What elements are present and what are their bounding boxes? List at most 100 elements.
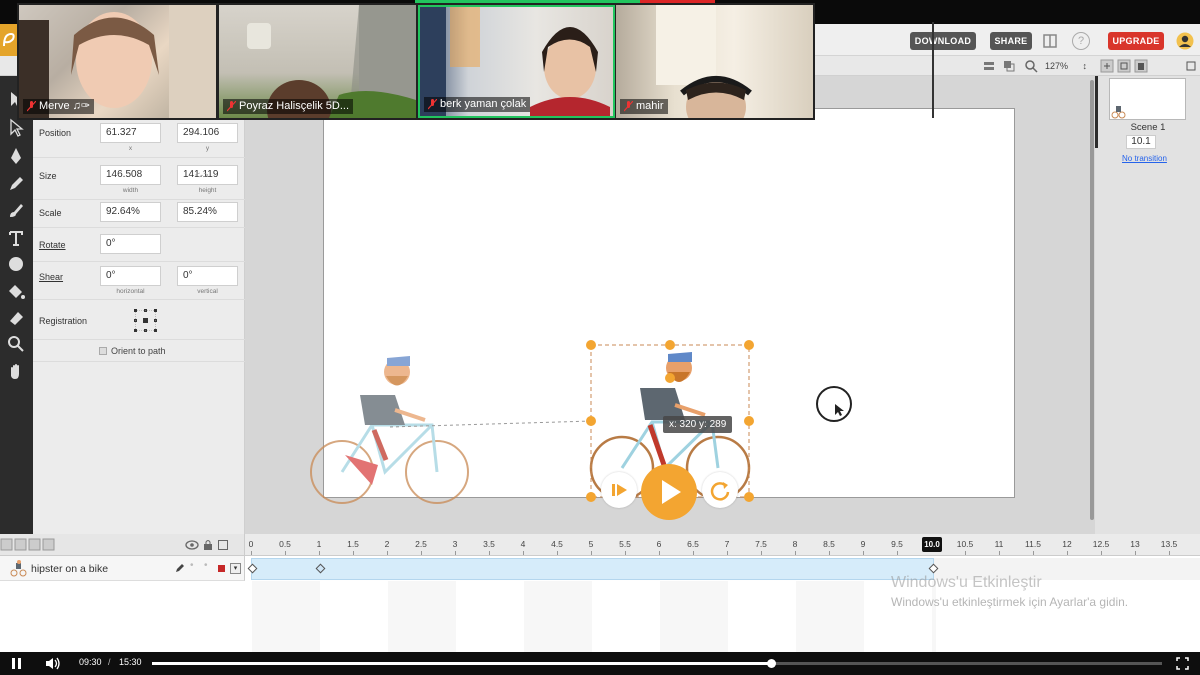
pencil-tool-icon[interactable] (6, 174, 26, 194)
help-icon[interactable]: ? (1072, 32, 1090, 50)
ruler-tick (829, 551, 830, 555)
zoom-icon[interactable] (1024, 59, 1038, 73)
layer-color-swatch[interactable] (218, 565, 225, 572)
layer-outline-icon[interactable] (218, 540, 228, 550)
resize-handle-tc[interactable] (665, 340, 675, 350)
scene-duration-input[interactable]: 10.1 (1126, 135, 1156, 149)
pen-tool-icon[interactable] (6, 146, 26, 166)
step-forward-button[interactable] (601, 472, 637, 508)
properties-panel: Position 61.327 x 294.106 y Size 146.508… (33, 118, 245, 534)
zoom-tool-icon[interactable] (6, 334, 26, 354)
layer-menu-chevron-icon[interactable]: ▾ (230, 563, 241, 574)
rotate-label[interactable]: Rotate (39, 240, 66, 250)
pause-icon[interactable] (10, 657, 24, 670)
orient-to-path-toggle[interactable]: Orient to path (99, 346, 166, 356)
resize-handle-br[interactable] (744, 492, 754, 502)
shear-horizontal-input[interactable]: 0° (100, 266, 161, 286)
video-tile-1[interactable]: Merve ♫✑ (19, 5, 216, 118)
align-icon[interactable] (982, 59, 996, 73)
ellipse-tool-icon[interactable] (6, 254, 26, 274)
ruler-tick-label: 1 (316, 539, 322, 549)
upgrade-button[interactable]: UPGRADE (1108, 32, 1164, 50)
volume-icon[interactable] (45, 657, 61, 670)
registration-grid-icon[interactable] (133, 308, 159, 334)
mic-muted-icon (428, 99, 437, 110)
ruler-tick-label: 7.5 (755, 539, 767, 549)
resize-handle-tr[interactable] (744, 340, 754, 350)
layout-icon[interactable] (1042, 33, 1058, 49)
resize-handle-mr[interactable] (744, 416, 754, 426)
seek-handle[interactable] (767, 659, 777, 668)
resize-handle-bl[interactable] (586, 492, 596, 502)
coordinate-tooltip: x: 320 y: 289 (663, 416, 733, 433)
pen-icon[interactable] (175, 563, 185, 573)
size-width-input[interactable]: 146.508 (100, 165, 161, 185)
ruler-tick (1169, 551, 1170, 555)
ruler-tick-label: 3.5 (483, 539, 495, 549)
video-tile-4[interactable]: mahir (616, 5, 813, 118)
replay-icon (710, 482, 730, 501)
play-button[interactable] (641, 464, 697, 520)
rotate-input[interactable]: 0° (100, 234, 161, 254)
registration-label: Registration (39, 316, 88, 326)
position-y-input[interactable]: 294.106 (177, 123, 238, 143)
brush-tool-icon[interactable] (6, 200, 26, 220)
logo-mark-icon (3, 32, 15, 47)
resize-handle-tl[interactable] (586, 340, 596, 350)
vertical-caption: vertical (197, 288, 218, 295)
video-tile-2[interactable]: Poyraz Halisçelik 5D... (219, 5, 416, 118)
stage-canvas[interactable] (323, 108, 1015, 498)
canvas-scrollbar[interactable] (1090, 80, 1094, 520)
ruler-tick (489, 551, 490, 555)
hand-tool-icon[interactable] (6, 362, 26, 382)
position-row: Position 61.327 x 294.106 y (33, 118, 245, 158)
playhead-time[interactable]: 10.0 (922, 537, 942, 552)
fullscreen-icon[interactable] (1176, 657, 1189, 670)
fill-tool-icon[interactable] (6, 282, 26, 302)
ruler-tick (285, 551, 286, 555)
mic-muted-icon (624, 101, 633, 112)
ruler-tick-label: 0.5 (279, 539, 291, 549)
zoom-select[interactable]: 127% ↕ (1042, 58, 1090, 74)
eraser-tool-icon[interactable] (6, 308, 26, 328)
x-caption: x (128, 145, 133, 152)
rotate-handle[interactable] (665, 373, 675, 383)
resize-handle-ml[interactable] (586, 416, 596, 426)
transition-link[interactable]: No transition (1122, 154, 1167, 163)
user-avatar-icon[interactable] (1176, 32, 1194, 50)
ruler-tick (1101, 551, 1102, 555)
layer-animation-bar[interactable] (251, 558, 934, 580)
scene-thumbnail[interactable] (1109, 78, 1186, 120)
replay-button[interactable] (702, 472, 738, 508)
ruler-tick (659, 551, 660, 555)
share-button[interactable]: SHARE (990, 32, 1032, 50)
position-label: Position (39, 128, 72, 138)
scale-x-input[interactable]: 92.64% (100, 202, 161, 222)
visibility-eye-icon[interactable] (185, 539, 199, 551)
direct-select-tool-icon[interactable] (6, 118, 26, 138)
shear-label[interactable]: Shear (39, 272, 63, 282)
ruler-tick-label: 3 (452, 539, 458, 549)
duplicate-scene-icon[interactable] (1117, 59, 1131, 73)
height-caption: height (198, 187, 217, 194)
seek-bar[interactable] (152, 659, 1162, 668)
shear-vertical-input[interactable]: 0° (177, 266, 238, 286)
download-button[interactable]: DOWNLOAD (910, 32, 976, 50)
ruler-tick-label: 11 (994, 539, 1004, 549)
orient-checkbox[interactable] (99, 347, 107, 355)
lock-icon[interactable] (203, 539, 213, 551)
position-x-input[interactable]: 61.327 (100, 123, 161, 143)
playhead-line[interactable] (932, 22, 934, 118)
current-time: 09:30 (79, 657, 102, 667)
text-tool-icon[interactable] (6, 228, 26, 248)
timeline-ruler[interactable]: 0 0.5 1 1.5 2 2.5 3 3.5 4 4.5 5 5.5 6 6.5 7 7.5 8 8.5 9 9.5… (245, 534, 1200, 556)
layer-row[interactable]: hipster on a bike • • ▾ (0, 556, 245, 581)
delete-scene-icon[interactable] (1134, 59, 1148, 73)
tool-bar (0, 76, 33, 534)
video-tile-3-active[interactable]: berk yaman çolak (418, 5, 615, 118)
arrange-icon[interactable] (1002, 59, 1016, 73)
expand-icon[interactable] (1184, 59, 1198, 73)
add-scene-icon[interactable] (1100, 59, 1114, 73)
link-proportions-icon[interactable]: <-> (195, 170, 209, 180)
scale-y-input[interactable]: 85.24% (177, 202, 238, 222)
